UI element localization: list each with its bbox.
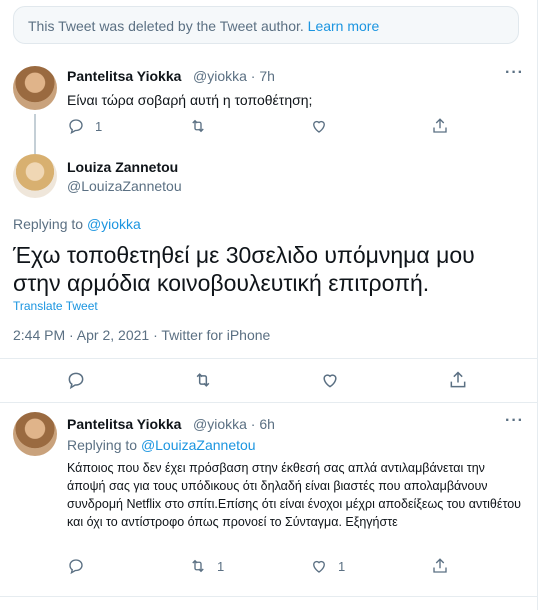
like-icon — [313, 120, 325, 133]
reply-icon — [68, 372, 84, 390]
author-handle[interactable]: @yiokka — [193, 416, 247, 432]
deleted-tweet-notice: This Tweet was deleted by the Tweet auth… — [13, 6, 519, 44]
divider — [0, 596, 537, 597]
replying-handle-link[interactable]: @yiokka — [87, 216, 141, 232]
share-button[interactable] — [431, 117, 449, 135]
retweet-icon — [192, 119, 204, 133]
retweet-icon — [196, 373, 210, 387]
reply-count: 1 — [95, 118, 103, 134]
separator: · — [250, 68, 256, 84]
replying-label: Replying to — [13, 216, 84, 232]
retweet-button[interactable]: 1 — [189, 557, 224, 575]
translate-tweet-link[interactable]: Translate Tweet — [13, 297, 98, 315]
share-button[interactable] — [448, 370, 468, 390]
tweet-text: Είναι τώρα σοβαρή αυτή η τοποθέτηση; — [67, 92, 313, 108]
reply-button[interactable] — [67, 557, 85, 575]
main-tweet-text: Έχω τοποθετηθεί με 30σελιδο υπόμνημα μου… — [13, 242, 475, 296]
author-name[interactable]: Louiza Zannetou — [67, 159, 178, 175]
thread-line — [34, 114, 36, 154]
author-handle[interactable]: @LouizaZannetou — [67, 178, 182, 194]
divider — [0, 402, 537, 403]
share-icon — [433, 558, 447, 573]
replying-to: Replying to @yiokka — [13, 216, 141, 232]
retweet-button[interactable] — [193, 370, 213, 390]
author-handle-time: @yiokka · 7h — [193, 68, 275, 84]
like-icon — [313, 560, 325, 573]
replying-handle-link[interactable]: @LouizaZannetou — [141, 437, 256, 453]
share-button[interactable] — [431, 557, 449, 575]
tweet-time[interactable]: 7h — [259, 68, 275, 84]
author-handle-time: @yiokka · 6h — [193, 416, 275, 432]
author-name[interactable]: Pantelitsa Yiokka — [67, 68, 181, 84]
retweet-button[interactable] — [189, 117, 207, 135]
reply-icon — [69, 559, 83, 575]
avatar[interactable] — [13, 154, 57, 198]
replying-label: Replying to — [67, 437, 138, 453]
timeline: This Tweet was deleted by the Tweet auth… — [0, 0, 538, 610]
replying-to: Replying to @LouizaZannetou — [67, 437, 256, 453]
like-button[interactable] — [320, 370, 340, 390]
reply-icon — [69, 119, 83, 135]
tweet-text: Κάποιος που δεν έχει πρόσβαση στην έκθεσ… — [67, 461, 522, 529]
author-handle[interactable]: @yiokka — [193, 68, 247, 84]
reply-button[interactable]: 1 — [67, 117, 102, 135]
like-icon — [323, 374, 337, 388]
tweet-time[interactable]: 6h — [259, 416, 275, 432]
share-icon — [433, 118, 447, 133]
deleted-notice-text: This Tweet was deleted by the Tweet auth… — [28, 18, 304, 34]
avatar[interactable] — [13, 66, 57, 110]
learn-more-link[interactable]: Learn more — [308, 18, 380, 34]
divider — [0, 358, 537, 359]
avatar[interactable] — [13, 412, 57, 456]
author-name[interactable]: Pantelitsa Yiokka — [67, 416, 181, 432]
like-button[interactable] — [310, 117, 328, 135]
more-icon[interactable]: ··· — [505, 64, 524, 82]
separator: · — [250, 416, 256, 432]
reply-button[interactable] — [66, 370, 86, 390]
retweet-icon — [192, 559, 204, 573]
more-icon[interactable]: ··· — [505, 412, 524, 430]
like-count: 1 — [338, 558, 346, 574]
tweet-timestamp[interactable]: 2:44 PM · Apr 2, 2021 · Twitter for iPho… — [13, 327, 270, 343]
share-icon — [450, 371, 466, 388]
retweet-count: 1 — [217, 558, 225, 574]
like-button[interactable]: 1 — [310, 557, 345, 575]
